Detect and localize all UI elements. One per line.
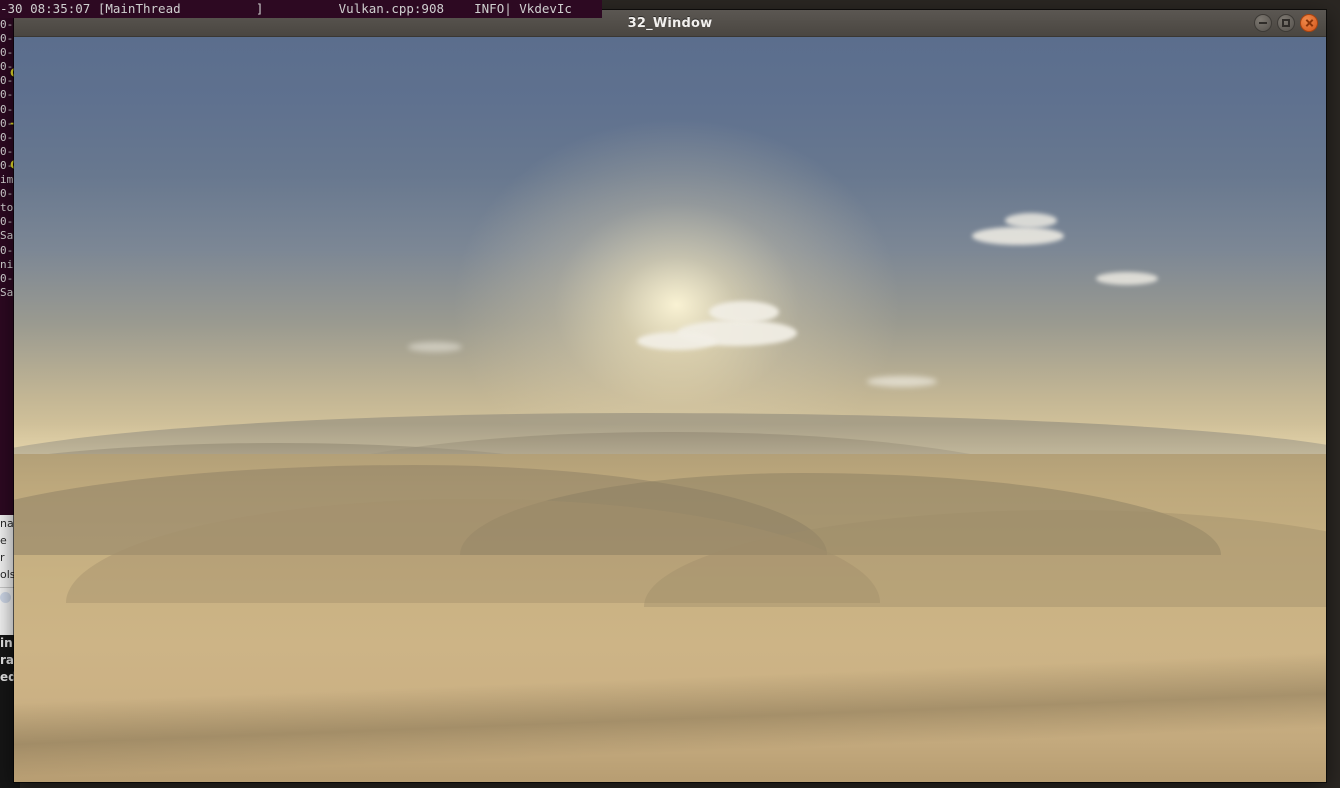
- minimize-icon: [1259, 22, 1267, 24]
- render-viewport[interactable]: [14, 37, 1326, 782]
- maximize-button[interactable]: [1277, 14, 1295, 32]
- terminal-log-strip[interactable]: -30 08:35:07 [MainThread ] Vulkan.cpp:90…: [0, 0, 602, 18]
- window-controls: [1254, 14, 1318, 32]
- close-button[interactable]: [1300, 14, 1318, 32]
- cloud: [1005, 213, 1057, 228]
- desert-scene: [14, 37, 1326, 782]
- background-document-bullet-icon: [0, 592, 11, 603]
- cloud: [637, 332, 717, 350]
- terminal-log-line: -30 08:35:07 [MainThread ] Vulkan.cpp:90…: [0, 1, 572, 16]
- close-icon: [1305, 19, 1314, 28]
- cloud: [972, 227, 1064, 245]
- minimize-button[interactable]: [1254, 14, 1272, 32]
- cloud: [1096, 272, 1158, 285]
- application-window: 32_Window: [14, 10, 1326, 782]
- cloud: [867, 376, 937, 387]
- screen-root: 0- 0- 0-. 0- 0-. 0- 0-. 0- 0-. 0- 0- imp…: [0, 0, 1340, 788]
- cloud: [709, 301, 779, 323]
- maximize-icon: [1282, 19, 1290, 27]
- window-title: 32_Window: [628, 16, 713, 31]
